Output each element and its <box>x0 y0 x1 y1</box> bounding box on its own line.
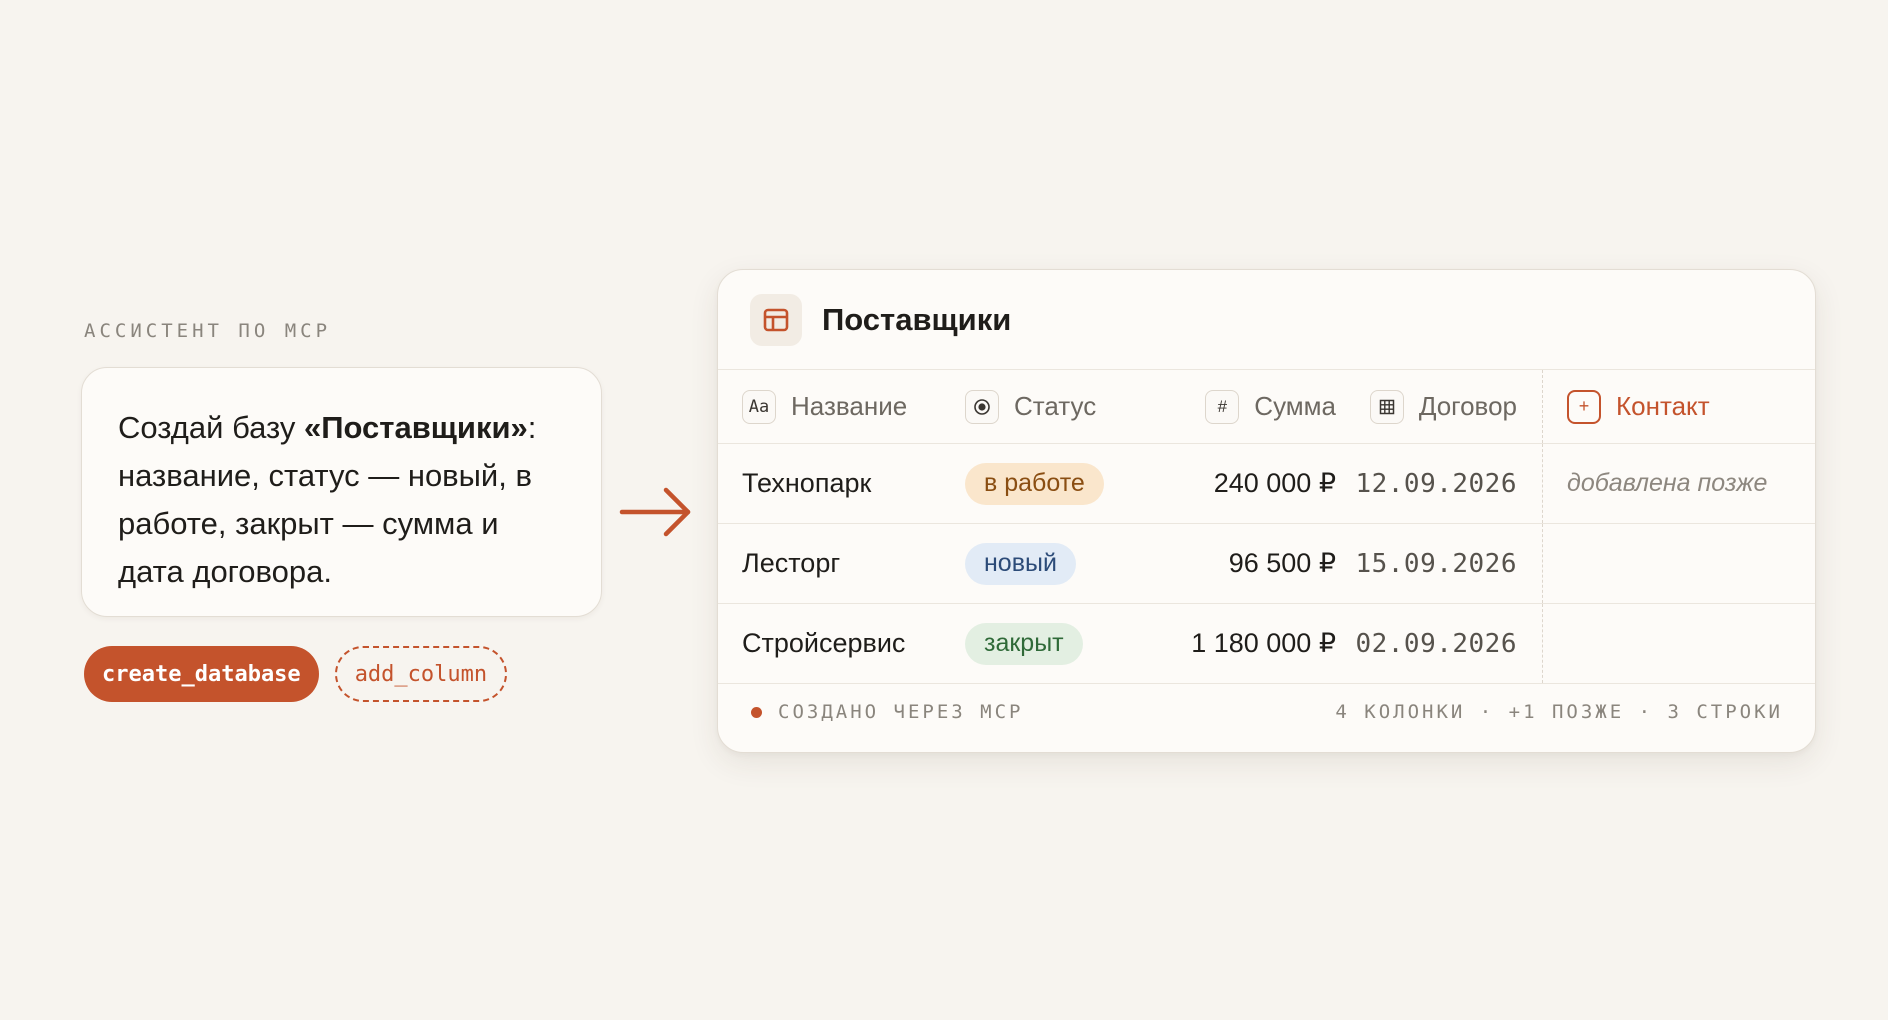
column-header-status[interactable]: Статус <box>965 370 1151 443</box>
message-db-name: «Поставщики» <box>304 410 528 445</box>
database-header: Поставщики <box>718 270 1815 370</box>
database-card: Поставщики Aa Название Статус # Сумма До… <box>717 269 1816 753</box>
cell-sum[interactable]: 96 500 ₽ <box>1151 524 1336 603</box>
column-header-contract[interactable]: Договор <box>1336 370 1542 443</box>
calendar-icon <box>1369 389 1404 424</box>
column-label: Контакт <box>1616 391 1710 421</box>
cell-contact[interactable] <box>1542 604 1815 683</box>
status-badge: закрыт <box>965 622 1083 665</box>
cell-status[interactable]: новый <box>965 524 1151 603</box>
cell-name[interactable]: Стройсервис <box>718 604 965 683</box>
arrow-right-icon <box>619 487 691 537</box>
cell-contract-date[interactable]: 02.09.2026 <box>1336 604 1542 683</box>
column-label: Статус <box>1014 391 1097 421</box>
footer-origin: СОЗДАНО ЧЕРЕЗ MCP <box>751 701 1023 723</box>
cell-sum[interactable]: 240 000 ₽ <box>1151 444 1336 523</box>
tool-chip-add-column[interactable]: add_column <box>334 646 508 702</box>
table-icon <box>750 293 802 346</box>
column-header-sum[interactable]: # Сумма <box>1151 370 1336 443</box>
add-column-icon: + <box>1567 389 1601 424</box>
table-row[interactable]: Лесторг новый 96 500 ₽ 15.09.2026 <box>718 524 1815 604</box>
cell-status[interactable]: закрыт <box>965 604 1151 683</box>
cell-contact[interactable]: добавлена позже <box>1542 444 1815 523</box>
database-table: Aa Название Статус # Сумма Договор + Кон… <box>718 370 1815 684</box>
assistant-label: АССИСТЕНТ ПО MCP <box>84 320 332 342</box>
row-name: Технопарк <box>742 468 872 498</box>
row-sum: 1 180 000 ₽ <box>1191 628 1336 658</box>
tool-chip-create-database[interactable]: create_database <box>84 646 319 702</box>
column-header-name[interactable]: Aa Название <box>718 370 965 443</box>
table-row[interactable]: Стройсервис закрыт 1 180 000 ₽ 02.09.202… <box>718 604 1815 684</box>
column-label: Сумма <box>1254 391 1336 421</box>
number-hash-icon: # <box>1205 389 1240 424</box>
row-date: 15.09.2026 <box>1355 548 1517 579</box>
footer-origin-text: СОЗДАНО ЧЕРЕЗ MCP <box>778 701 1024 723</box>
cell-sum[interactable]: 1 180 000 ₽ <box>1151 604 1336 683</box>
status-radio-icon <box>965 389 999 424</box>
status-dot-icon <box>751 706 762 718</box>
cell-contact[interactable] <box>1542 524 1815 603</box>
row-name: Стройсервис <box>742 628 906 658</box>
cell-name[interactable]: Лесторг <box>718 524 965 603</box>
cell-contract-date[interactable]: 12.09.2026 <box>1336 444 1542 523</box>
assistant-message-text: Создай базу «Поставщики»: название, стат… <box>118 404 565 596</box>
column-label: Договор <box>1418 391 1517 421</box>
tool-calls: create_database add_column <box>84 646 508 702</box>
status-badge: новый <box>965 542 1076 585</box>
cell-status[interactable]: в работе <box>965 444 1151 523</box>
column-label: Название <box>791 391 908 421</box>
assistant-message-bubble: Создай базу «Поставщики»: название, стат… <box>81 367 602 617</box>
status-badge: в работе <box>965 462 1104 505</box>
database-title: Поставщики <box>822 301 1012 337</box>
row-sum: 96 500 ₽ <box>1228 548 1336 578</box>
table-header-row: Aa Название Статус # Сумма Договор + Кон… <box>718 370 1815 444</box>
column-header-contact[interactable]: + Контакт <box>1542 370 1815 443</box>
cell-name[interactable]: Технопарк <box>718 444 965 523</box>
message-prefix: Создай базу <box>118 410 304 445</box>
row-date: 02.09.2026 <box>1355 628 1517 659</box>
row-date: 12.09.2026 <box>1355 468 1517 499</box>
row-sum: 240 000 ₽ <box>1213 468 1336 498</box>
row-contact: добавлена позже <box>1567 469 1768 497</box>
database-footer: СОЗДАНО ЧЕРЕЗ MCP 4 КОЛОНКИ · +1 ПОЗЖЕ ·… <box>718 684 1815 740</box>
row-name: Лесторг <box>742 548 841 578</box>
footer-stats: 4 КОЛОНКИ · +1 ПОЗЖЕ · 3 СТРОКИ <box>1335 701 1783 723</box>
cell-contract-date[interactable]: 15.09.2026 <box>1336 524 1542 603</box>
table-row[interactable]: Технопарк в работе 240 000 ₽ 12.09.2026 … <box>718 444 1815 524</box>
text-type-icon: Aa <box>742 389 776 424</box>
